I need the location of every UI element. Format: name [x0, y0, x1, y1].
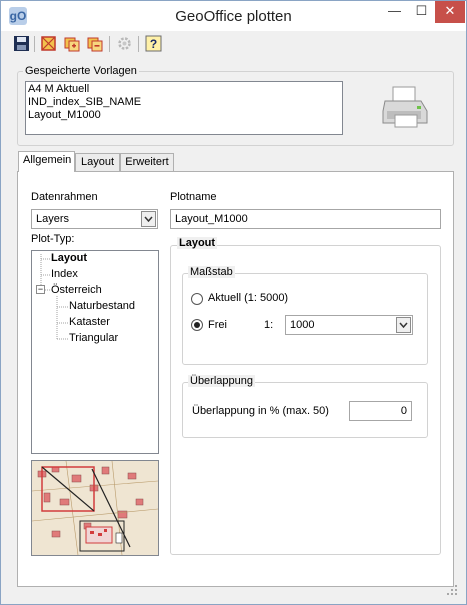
printer-icon[interactable]: [381, 85, 429, 131]
maximize-button[interactable]: ☐: [408, 1, 435, 23]
title-bar[interactable]: gO GeoOffice plotten — ☐ ✕: [1, 1, 466, 31]
tab-layout[interactable]: Layout: [75, 153, 120, 172]
scale-select[interactable]: 1000: [285, 315, 413, 335]
tree-item-triangular[interactable]: Triangular: [69, 332, 118, 344]
massstab-group-title: Maßstab: [188, 266, 235, 278]
tree-item-index[interactable]: Index: [51, 268, 78, 280]
radio-current-scale[interactable]: [191, 293, 203, 305]
settings-icon[interactable]: [116, 35, 133, 52]
datenrahmen-select[interactable]: Layers: [31, 209, 158, 229]
list-item[interactable]: IND_index_SIB_NAME: [26, 96, 342, 109]
tree-item-naturbestand[interactable]: Naturbestand: [69, 300, 135, 312]
tree-item-kataster[interactable]: Kataster: [69, 316, 110, 328]
layout-group-title: Layout: [177, 237, 218, 249]
resize-grip-icon[interactable]: [446, 584, 458, 596]
scale-ratio-label: 1:: [264, 319, 274, 331]
tree-item-oesterreich[interactable]: Österreich: [51, 284, 102, 296]
svg-text:?: ?: [150, 37, 157, 51]
tab-allgemein[interactable]: Allgemein: [18, 151, 75, 172]
stack-add-icon[interactable]: [64, 35, 81, 52]
list-item[interactable]: A4 M Aktuell: [26, 83, 342, 96]
scale-value: 1000: [290, 319, 315, 331]
plot-preview-map: [31, 460, 159, 556]
toolbar-separator: [109, 36, 110, 52]
toolbar: ?: [1, 31, 466, 57]
plotname-label: Plotname: [170, 191, 217, 203]
radio-free-scale[interactable]: [191, 319, 203, 331]
toolbar-separator: [138, 36, 139, 52]
datenrahmen-value: Layers: [36, 213, 70, 225]
frame-icon[interactable]: [40, 35, 57, 52]
overlap-group-title: Überlappung: [188, 375, 255, 387]
radio-free-scale-label: Frei: [208, 319, 227, 331]
chevron-down-icon[interactable]: [396, 317, 411, 333]
chevron-down-icon[interactable]: [141, 211, 156, 227]
close-button[interactable]: ✕: [435, 1, 465, 23]
plotname-input[interactable]: Layout_M1000: [170, 209, 441, 229]
help-icon[interactable]: ?: [145, 35, 162, 52]
toolbar-separator: [34, 36, 35, 52]
tab-erweitert[interactable]: Erweitert: [120, 153, 174, 172]
tree-expander-icon[interactable]: −: [36, 285, 45, 294]
radio-current-scale-label: Aktuell (1: 5000): [208, 292, 289, 304]
stack-remove-icon[interactable]: [87, 35, 104, 52]
overlap-field-label: Überlappung in % (max. 50): [192, 405, 329, 417]
plot-dialog-window: gO GeoOffice plotten — ☐ ✕ ? Gespeichert…: [0, 0, 467, 605]
templates-group-title: Gespeicherte Vorlagen: [23, 65, 139, 77]
list-item[interactable]: Layout_M1000: [26, 109, 342, 122]
plottyp-label: Plot-Typ:: [31, 233, 75, 245]
overlap-input[interactable]: 0: [349, 401, 412, 421]
datenrahmen-label: Datenrahmen: [31, 191, 98, 203]
tree-item-layout[interactable]: Layout: [51, 252, 87, 264]
save-icon[interactable]: [13, 35, 30, 52]
templates-list[interactable]: A4 M Aktuell IND_index_SIB_NAME Layout_M…: [25, 81, 343, 135]
minimize-button[interactable]: —: [381, 1, 408, 23]
plottyp-tree[interactable]: − Layout Index Österreich Naturbestand K…: [31, 250, 159, 454]
